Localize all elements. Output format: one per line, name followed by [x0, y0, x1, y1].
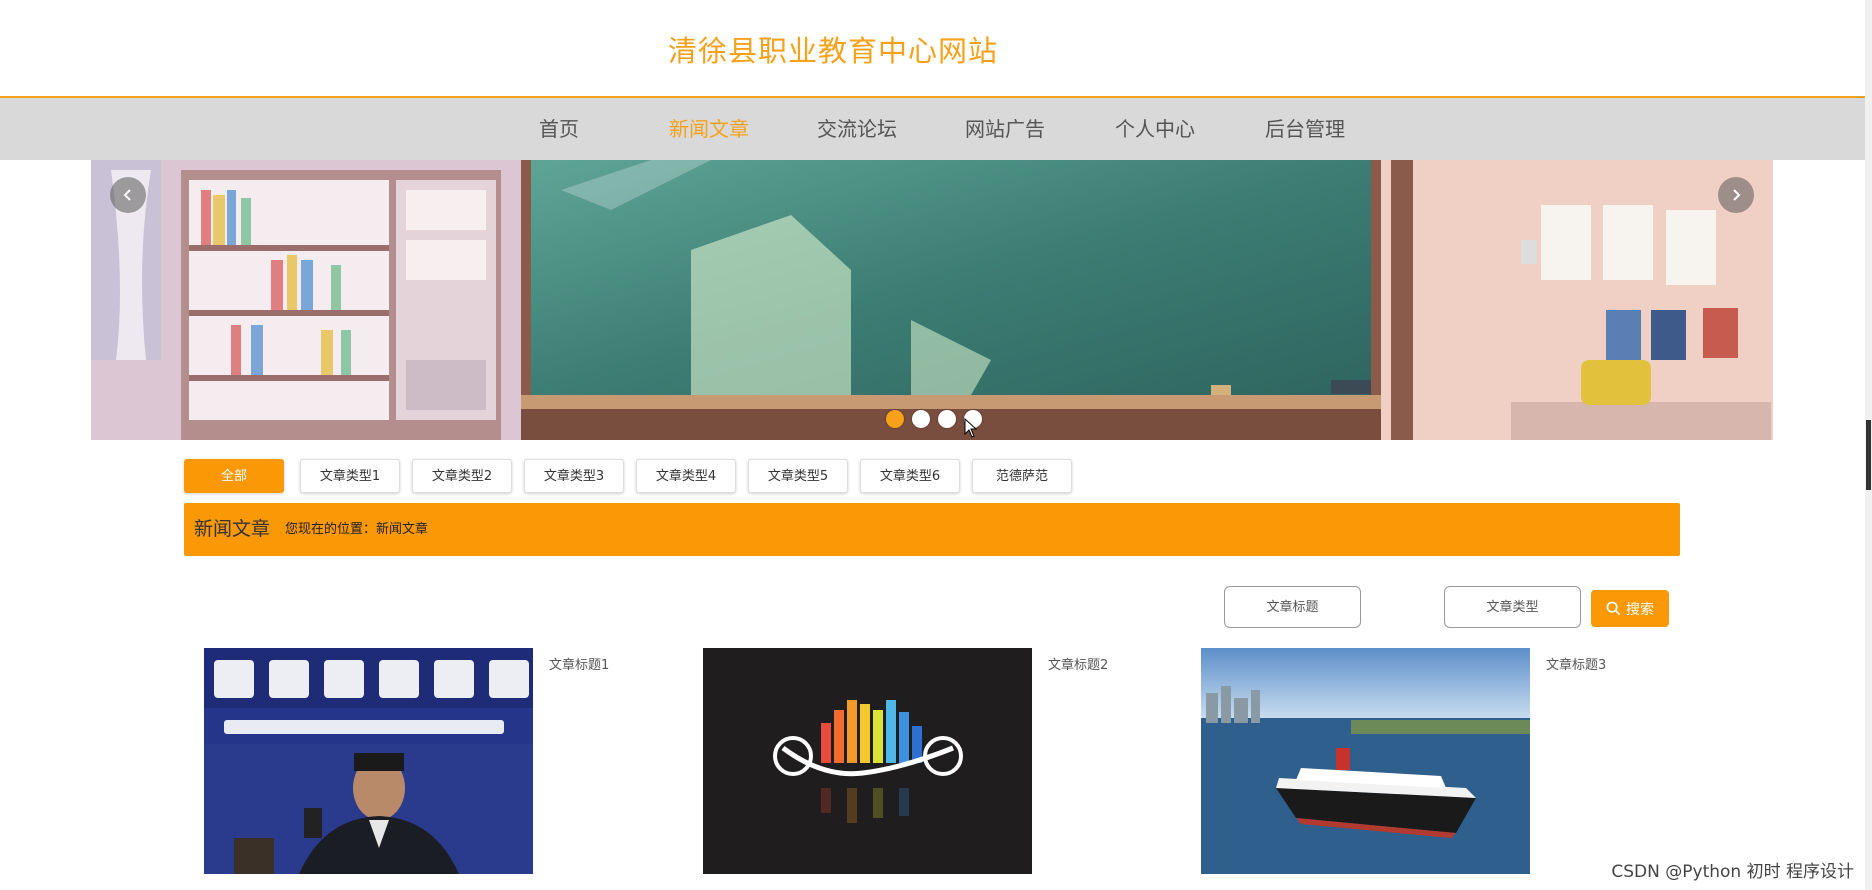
search-icon [1606, 601, 1621, 616]
type-4-button[interactable]: 文章类型4 [636, 459, 736, 493]
mouse-cursor-icon [964, 418, 978, 438]
article-title[interactable]: 文章标题3 [1546, 654, 1606, 673]
page-scrollbar[interactable] [1865, 0, 1872, 890]
carousel-dot-2[interactable] [912, 410, 930, 428]
carousel-prev-button[interactable] [110, 177, 146, 213]
watermark: CSDN @Python 初时 程序设计 [1611, 862, 1854, 882]
article-title[interactable]: 文章标题2 [1048, 654, 1108, 673]
article-image-press-conference [204, 648, 533, 874]
banner-image [91, 160, 1773, 440]
article-card: 文章标题1 [204, 648, 704, 874]
article-image-music-logo [703, 648, 1032, 874]
carousel-next-button[interactable] [1718, 177, 1754, 213]
carousel-dot-3[interactable] [938, 410, 956, 428]
article-thumbnail[interactable] [204, 648, 533, 874]
type-3-button[interactable]: 文章类型3 [524, 459, 624, 493]
chevron-right-icon [1733, 189, 1741, 201]
article-image-cruise-ship [1201, 648, 1530, 874]
type-1-button[interactable]: 文章类型1 [300, 459, 400, 493]
nav-item-ads[interactable]: 网站广告 [965, 98, 1045, 160]
article-title[interactable]: 文章标题1 [549, 654, 609, 673]
type-all-button[interactable]: 全部 [184, 459, 284, 493]
search-button[interactable]: 搜索 [1591, 590, 1669, 627]
scrollbar-thumb[interactable] [1866, 420, 1871, 490]
article-card: 文章标题3 [1201, 648, 1701, 874]
main-nav: 首页 新闻文章 交流论坛 网站广告 个人中心 后台管理 [0, 98, 1865, 160]
nav-item-profile[interactable]: 个人中心 [1115, 98, 1195, 160]
chevron-left-icon [123, 189, 131, 201]
breadcrumb-bar: 新闻文章 您现在的位置：新闻文章 [184, 503, 1680, 556]
nav-item-news[interactable]: 新闻文章 [669, 98, 749, 160]
type-2-button[interactable]: 文章类型2 [412, 459, 512, 493]
nav-item-home[interactable]: 首页 [539, 98, 579, 160]
section-title: 新闻文章 [194, 518, 271, 540]
carousel-dot-1[interactable] [886, 410, 904, 428]
site-header: 清徐县职业教育中心网站 [0, 0, 1865, 96]
type-5-button[interactable]: 文章类型5 [748, 459, 848, 493]
search-button-label: 搜索 [1626, 601, 1654, 618]
nav-item-admin[interactable]: 后台管理 [1265, 98, 1345, 160]
site-title: 清徐县职业教育中心网站 [668, 34, 999, 68]
type-7-button[interactable]: 范德萨范 [972, 459, 1072, 493]
banner-carousel[interactable] [91, 160, 1773, 440]
type-6-button[interactable]: 文章类型6 [860, 459, 960, 493]
nav-item-forum[interactable]: 交流论坛 [817, 98, 897, 160]
type-search-input[interactable] [1444, 586, 1581, 628]
article-thumbnail[interactable] [703, 648, 1032, 874]
article-card: 文章标题2 [703, 648, 1203, 874]
breadcrumb: 您现在的位置：新闻文章 [285, 522, 429, 537]
article-thumbnail[interactable] [1201, 648, 1530, 874]
title-search-input[interactable] [1224, 586, 1361, 628]
